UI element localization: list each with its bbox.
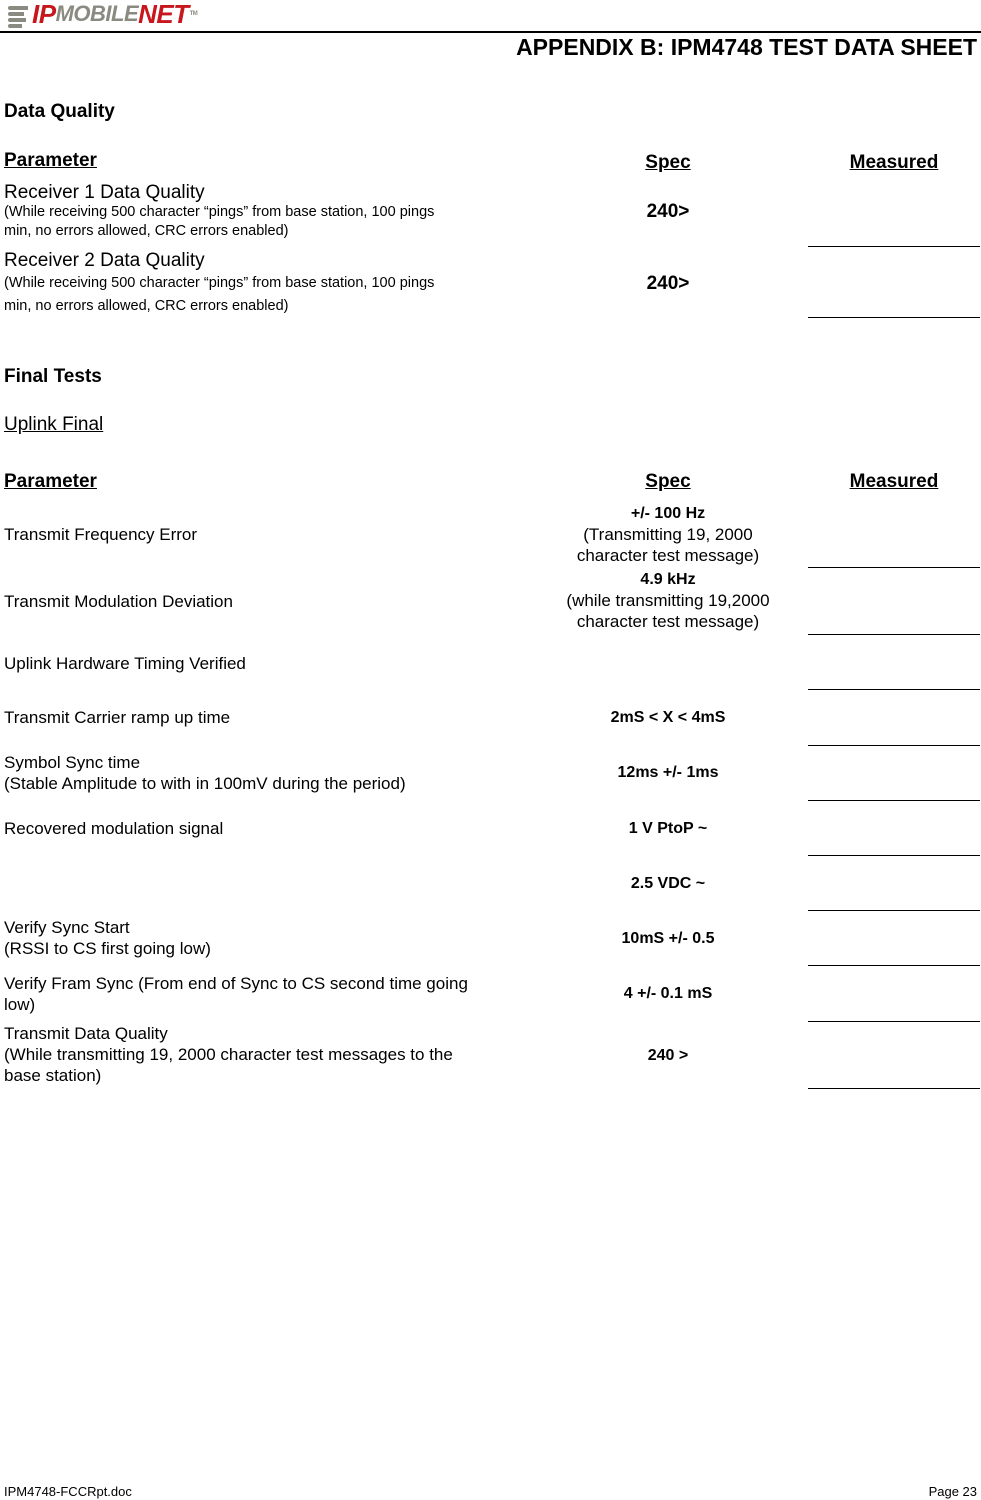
logo-text-net: NET: [138, 0, 189, 29]
spec-value: 10mS +/- 0.5: [621, 930, 715, 947]
spec-value: 2.5 VDC ~: [630, 875, 706, 892]
parameter-line: Symbol Sync time: [4, 753, 141, 772]
spec-cell: 4.9 kHz (while transmitting 19,2000 char…: [540, 569, 796, 632]
spec-value: 240>: [646, 273, 690, 294]
footer-page-number: Page 23: [928, 1484, 977, 1499]
spec-value: 2mS < X < 4mS: [610, 709, 726, 726]
parameter-name: Recovered modulation signal: [4, 819, 224, 838]
parameter-note: (While receiving 500 character “pings” f…: [4, 272, 434, 318]
measured-input-line[interactable]: [808, 745, 980, 746]
parameter-name: Verify Sync Start (RSSI to CS first goin…: [4, 917, 211, 959]
spec-cell: +/- 100 Hz (Transmitting 19, 2000 charac…: [540, 503, 796, 566]
spec-value: 4 +/- 0.1 mS: [623, 985, 713, 1002]
spec-value: 4.9 kHz: [640, 571, 696, 588]
parameter-line: (While transmitting 19, 2000 character t…: [4, 1045, 453, 1064]
parameter-name: Transmit Data Quality (While transmittin…: [4, 1023, 453, 1086]
footer-filename: IPM4748-FCCRpt.doc: [4, 1484, 132, 1499]
measured-input-line[interactable]: [808, 855, 980, 856]
spec-value: 240 >: [647, 1047, 689, 1064]
column-header-spec: Spec: [645, 152, 691, 173]
measured-input-line[interactable]: [808, 567, 980, 568]
company-logo: IP MOBILE NET TM: [8, 0, 198, 29]
measured-input-line[interactable]: [808, 634, 980, 635]
measured-input-line[interactable]: [808, 246, 980, 247]
column-header-parameter: Parameter: [4, 471, 97, 492]
spec-value: 12ms +/- 1ms: [617, 764, 719, 781]
measured-input-line[interactable]: [808, 800, 980, 801]
parameter-note-line: (While receiving 500 character “pings” f…: [4, 204, 435, 220]
section-heading-final-tests: Final Tests: [4, 366, 102, 387]
measured-input-line[interactable]: [808, 965, 980, 966]
parameter-name: Receiver 2 Data Quality: [4, 250, 205, 271]
column-header-spec: Spec: [645, 471, 691, 492]
logo-text-mobile: MOBILE: [55, 1, 139, 26]
ipmobilenet-logo-icon: [8, 4, 30, 28]
parameter-name: Uplink Hardware Timing Verified: [4, 654, 246, 673]
section-heading-data-quality: Data Quality: [4, 101, 115, 122]
parameter-note-line: (While receiving 500 character “pings” f…: [4, 275, 435, 291]
parameter-line: Verify Sync Start: [4, 918, 130, 937]
parameter-name: Transmit Modulation Deviation: [4, 592, 233, 611]
column-header-measured: Measured: [849, 152, 939, 173]
measured-input-line[interactable]: [808, 1021, 980, 1022]
spec-value: 240>: [646, 201, 690, 222]
parameter-note-line: min, no errors allowed, CRC errors enabl…: [4, 223, 289, 239]
spec-note-line: character test message): [576, 546, 760, 565]
measured-input-line[interactable]: [808, 689, 980, 690]
spec-value: 1 V PtoP ~: [628, 820, 708, 837]
parameter-line: (Stable Amplitude to with in 100mV durin…: [4, 774, 406, 793]
spec-value: +/- 100 Hz: [630, 505, 706, 522]
spec-note-line: character test message): [576, 612, 760, 631]
spec-note-line: (while transmitting 19,2000: [566, 591, 770, 610]
parameter-line: low): [4, 995, 36, 1014]
measured-input-line[interactable]: [808, 910, 980, 911]
parameter-name: Receiver 1 Data Quality: [4, 182, 205, 203]
parameter-note-line: min, no errors allowed, CRC errors enabl…: [4, 298, 289, 314]
measured-input-line[interactable]: [808, 1088, 980, 1089]
measured-input-line[interactable]: [808, 317, 980, 318]
parameter-line: Transmit Data Quality: [4, 1024, 168, 1043]
subheading-uplink-final: Uplink Final: [4, 414, 104, 435]
column-header-measured: Measured: [849, 471, 939, 492]
spec-note-line: (Transmitting 19, 2000: [583, 525, 753, 544]
column-header-parameter: Parameter: [4, 150, 97, 171]
logo-text-ip: IP: [32, 0, 56, 29]
parameter-name: Transmit Frequency Error: [4, 525, 198, 544]
parameter-name: Transmit Carrier ramp up time: [4, 708, 231, 727]
document-title: APPENDIX B: IPM4748 TEST DATA SHEET: [516, 34, 977, 60]
parameter-line: (RSSI to CS first going low): [4, 939, 211, 958]
parameter-note: (While receiving 500 character “pings” f…: [4, 203, 434, 241]
logo-trademark: TM: [189, 11, 198, 17]
parameter-line: base station): [4, 1066, 102, 1085]
header-rule: [0, 31, 981, 33]
parameter-line: Verify Fram Sync (From end of Sync to CS…: [4, 974, 468, 993]
parameter-name: Symbol Sync time (Stable Amplitude to wi…: [4, 752, 406, 794]
parameter-name: Verify Fram Sync (From end of Sync to CS…: [4, 973, 468, 1015]
